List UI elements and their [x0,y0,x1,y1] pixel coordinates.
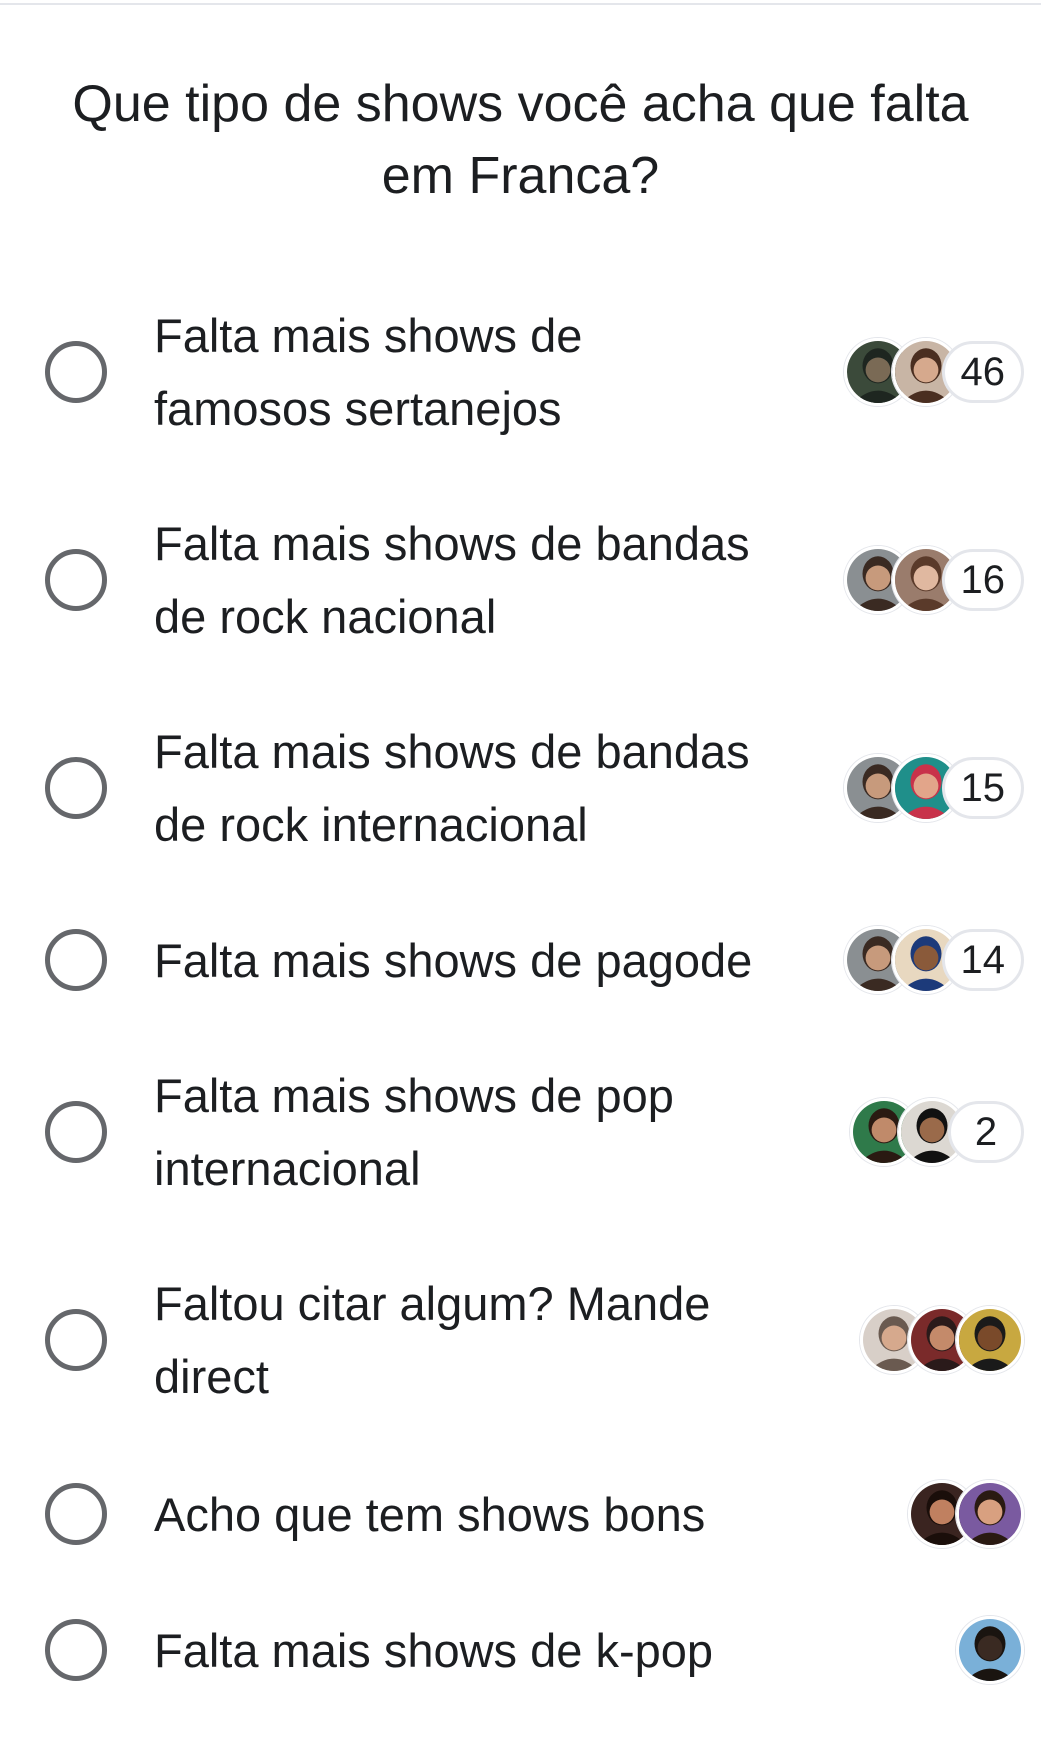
voters-group[interactable]: 15 [843,754,1024,822]
option-label: Falta mais shows de k-pop [154,1614,774,1687]
poll-option[interactable]: Falta mais shows de bandas de rock intern… [0,713,1041,863]
poll-option[interactable]: Acho que tem shows bons [0,1439,1041,1589]
voters-group[interactable] [908,1480,1024,1548]
radio-button[interactable] [45,341,107,403]
radio-button[interactable] [45,1483,107,1545]
option-label: Falta mais shows de bandas de rock nacion… [154,507,774,653]
poll-option[interactable]: Falta mais shows de bandas de rock nacion… [0,505,1041,655]
poll-option[interactable]: Faltou citar algum? Mande direct [0,1265,1041,1415]
option-label: Falta mais shows de famosos sertanejos [154,299,774,445]
vote-count: 46 [941,341,1024,403]
option-label-line: Faltou citar algum? Mande [154,1277,711,1330]
voters-group[interactable]: 16 [843,546,1024,614]
option-label-line: Falta mais shows de [154,309,583,362]
voters-group[interactable]: 46 [843,338,1024,406]
radio-button[interactable] [45,1101,107,1163]
radio-button[interactable] [45,757,107,819]
voter-avatar [956,1306,1024,1374]
poll-option[interactable]: Falta mais shows de famosos sertanejos 46 [0,297,1041,447]
option-label-line: Falta mais shows de k-pop [154,1624,714,1677]
poll-option[interactable]: Falta mais shows de k-pop [0,1575,1041,1725]
option-label-line: de rock nacional [154,590,497,643]
radio-button[interactable] [45,1619,107,1681]
option-label: Acho que tem shows bons [154,1478,774,1551]
voters-group[interactable]: 14 [843,926,1024,994]
option-label-line: de rock internacional [154,798,588,851]
radio-button[interactable] [45,1309,107,1371]
voter-avatar [956,1480,1024,1548]
option-label-line: Acho que tem shows bons [154,1488,706,1541]
option-label-line: direct [154,1350,269,1403]
poll-option[interactable]: Falta mais shows de pop internacional 2 [0,1057,1041,1207]
vote-count: 15 [941,757,1024,819]
option-label-line: Falta mais shows de bandas [154,725,750,778]
poll-question: Que tipo de shows você acha que falta em… [72,75,969,205]
option-label: Falta mais shows de bandas de rock intern… [154,715,774,861]
vote-count: 16 [941,549,1024,611]
poll-option[interactable]: Falta mais shows de pagode 14 [0,885,1041,1035]
voter-avatar [956,1616,1024,1684]
radio-button[interactable] [45,929,107,991]
voters-group[interactable] [860,1306,1024,1374]
option-label: Faltou citar algum? Mande direct [154,1267,774,1413]
option-label-line: Falta mais shows de pop [154,1069,674,1122]
vote-count: 14 [941,929,1024,991]
top-divider [0,3,1041,5]
option-label: Falta mais shows de pop internacional [154,1059,774,1205]
vote-count: 2 [948,1101,1024,1163]
option-label-line: Falta mais shows de bandas [154,517,750,570]
option-label-line: Falta mais shows de pagode [154,934,753,987]
option-label-line: famosos sertanejos [154,382,562,435]
option-label-line: internacional [154,1142,421,1195]
voters-group[interactable] [956,1616,1024,1684]
option-label: Falta mais shows de pagode [154,924,774,997]
radio-button[interactable] [45,549,107,611]
voters-group[interactable]: 2 [850,1098,1024,1166]
